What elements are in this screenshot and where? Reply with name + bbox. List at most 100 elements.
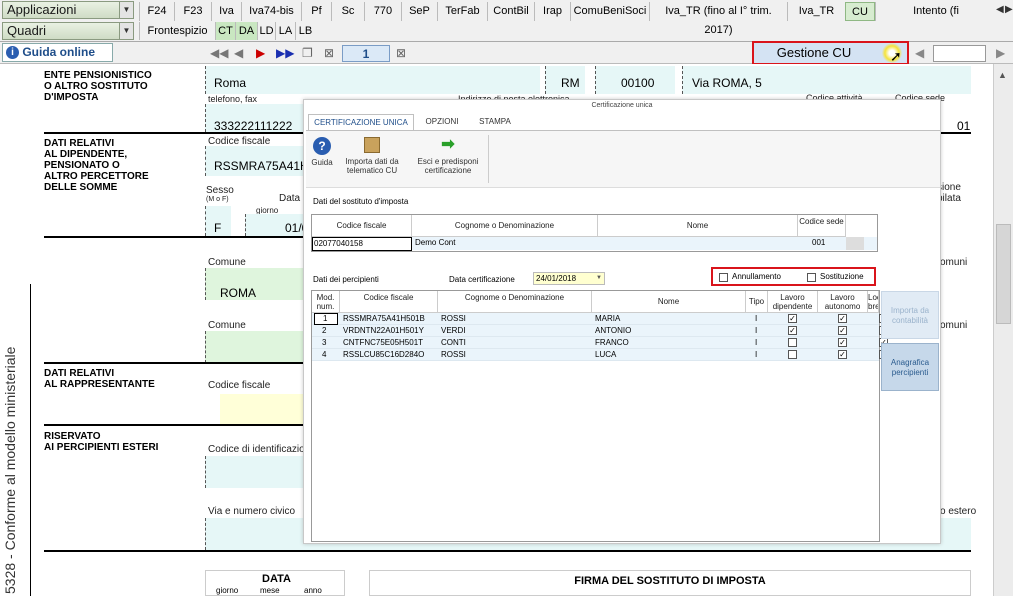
chevron-down-icon[interactable]: ▼ (119, 23, 133, 39)
cell-num[interactable]: 3 (322, 337, 326, 349)
applicazioni-label: Applicazioni (7, 2, 77, 17)
applicazioni-select[interactable]: Applicazioni ▼ (2, 1, 134, 19)
guida-online-button[interactable]: i Guida online (2, 43, 113, 62)
prev-arrow-icon[interactable]: ◀ (915, 46, 924, 60)
quadri-select[interactable]: Quadri ▼ (2, 22, 134, 40)
cell-tipo[interactable]: I (755, 325, 757, 337)
tab-intento-fi[interactable]: Intento (fi (875, 2, 996, 21)
data-cert-input[interactable]: 24/01/2018 ▼ (533, 272, 605, 285)
cell-tipo[interactable]: I (755, 337, 757, 349)
cell-num[interactable]: 2 (322, 325, 326, 337)
cell-cf[interactable]: VRDNTN22A01H501Y (343, 325, 424, 337)
tab-f24[interactable]: F24 (139, 2, 174, 21)
subtab-frontespizio[interactable]: Frontespizio (139, 22, 215, 40)
tab-opzioni[interactable]: OPZIONI (416, 114, 468, 130)
chevron-down-icon[interactable]: ▼ (596, 273, 602, 284)
tabs-scroll-right-icon[interactable]: ▶ (1005, 4, 1013, 15)
tab-f23[interactable]: F23 (174, 2, 211, 21)
cell-cf[interactable]: RSSMRA75A41H501B (343, 313, 425, 325)
checkbox-aut[interactable]: ✓ (838, 326, 847, 335)
cell-nome[interactable]: ANTONIO (595, 325, 631, 337)
subtab-ct[interactable]: CT (215, 22, 235, 40)
tab-cu[interactable]: CU (845, 2, 875, 21)
annullamento-checkbox[interactable] (719, 273, 728, 282)
prov-value: RM (561, 76, 580, 90)
clear-page-icon[interactable]: ⊠ (396, 46, 406, 60)
tab-770[interactable]: 770 (364, 2, 401, 21)
tab-iva74-bis[interactable]: Iva74-bis (241, 2, 301, 21)
checkbox-dip[interactable] (788, 350, 797, 359)
tab-contbil[interactable]: ContBil (487, 2, 534, 21)
page-number-input[interactable]: 1 (342, 45, 390, 62)
tab-certificazione-unica[interactable]: CERTIFICAZIONE UNICA (308, 114, 414, 130)
sost-sede-cell[interactable]: 001 (812, 237, 825, 249)
checkbox-aut[interactable]: ✓ (838, 338, 847, 347)
scroll-thumb[interactable] (996, 224, 1011, 324)
search-page-input[interactable] (933, 45, 986, 62)
grid-header-1: Codice fiscale (340, 291, 438, 313)
guida-button[interactable]: ? Guida (308, 137, 336, 167)
cell-cognome[interactable]: ROSSI (441, 313, 466, 325)
checkbox-aut[interactable]: ✓ (838, 350, 847, 359)
importa-telematico-button[interactable]: Importa dati da telematico CU (340, 137, 404, 175)
subtab-da[interactable]: DA (235, 22, 257, 40)
anagrafica-percipienti-button[interactable]: Anagrafica percipienti (881, 343, 939, 391)
importa-contabilita-button[interactable]: Importa da contabilità (881, 291, 939, 339)
next-page-icon[interactable]: ▶ (256, 46, 265, 60)
tab-stampa[interactable]: STAMPA (470, 114, 520, 130)
sost-cognome-cell[interactable]: Demo Cont (415, 237, 455, 249)
tab-iva[interactable]: Iva (211, 2, 241, 21)
cell-tipo[interactable]: I (755, 349, 757, 361)
gestione-cu-button[interactable]: Gestione CU ➚ (752, 41, 909, 65)
tab-sep[interactable]: SeP (401, 2, 437, 21)
tab-irap[interactable]: Irap (534, 2, 570, 21)
cell-cognome[interactable]: CONTI (441, 337, 466, 349)
prev-page-icon[interactable]: ◀ (234, 46, 243, 60)
cell-cognome[interactable]: ROSSI (441, 349, 466, 361)
tab-iva-tr[interactable]: Iva_TR (787, 2, 845, 21)
tab-comubenisoci[interactable]: ComuBeniSoci (570, 2, 649, 21)
cell-cf[interactable]: RSSLCU85C16D284O (343, 349, 424, 361)
checkbox-dip[interactable] (788, 338, 797, 347)
telefono-label: telefono, fax (208, 94, 258, 104)
cell-num[interactable]: 4 (322, 349, 326, 361)
vertical-rule (30, 284, 31, 596)
cf-rappresentante-field[interactable] (220, 394, 305, 424)
tab-sc[interactable]: Sc (331, 2, 364, 21)
subtab-lb[interactable]: LB (295, 22, 315, 40)
dati-percettore-label: DATI RELATIVI AL DIPENDENTE, PENSIONATO … (44, 138, 149, 193)
sost-header-nome: Nome (598, 215, 798, 237)
copy-page-icon[interactable]: ❐ (302, 46, 313, 60)
tab-iva-tr-fino-al-i-trim-2017-[interactable]: Iva_TR (fino al I° trim. 2017) (649, 2, 787, 36)
esci-predisponi-button[interactable]: ➡ Esci e predisponi certificazione (410, 137, 486, 176)
sostituzione-checkbox[interactable] (807, 273, 816, 282)
cell-nome[interactable]: MARIA (595, 313, 620, 325)
subtab-ld[interactable]: LD (257, 22, 275, 40)
next-arrow-icon[interactable]: ▶ (996, 46, 1005, 60)
comune-field[interactable] (205, 66, 540, 94)
firma-label: FIRMA DEL SOSTITUTO DI IMPOSTA (574, 575, 766, 587)
checkbox-dip[interactable]: ✓ (788, 314, 797, 323)
certificazione-unica-dialog: Certificazione unica CERTIFICAZIONE UNIC… (303, 99, 941, 544)
tab-terfab[interactable]: TerFab (437, 2, 487, 21)
last-page-icon[interactable]: ▶▶ (276, 46, 294, 60)
cell-nome[interactable]: LUCA (595, 349, 616, 361)
subtab-la[interactable]: LA (275, 22, 295, 40)
comune-residenza-field[interactable] (205, 331, 305, 363)
cell-nome[interactable]: FRANCO (595, 337, 629, 349)
cell-cf[interactable]: CNTFNC75E05H501T (343, 337, 423, 349)
scroll-up-icon[interactable]: ▲ (998, 70, 1007, 80)
codice-ident-field[interactable] (205, 456, 305, 488)
checkbox-dip[interactable]: ✓ (788, 326, 797, 335)
tab-pf[interactable]: Pf (301, 2, 331, 21)
cell-cognome[interactable]: VERDI (441, 325, 465, 337)
cell-tipo[interactable]: I (755, 313, 757, 325)
first-page-icon[interactable]: ◀◀ (210, 46, 228, 60)
chevron-down-icon[interactable]: ▼ (119, 2, 133, 18)
cell-num[interactable]: 1 (314, 313, 338, 325)
sost-cf-cell[interactable]: 02077040158 (312, 237, 412, 251)
checkbox-aut[interactable]: ✓ (838, 314, 847, 323)
tabs-scroll-left-icon[interactable]: ◀ (996, 4, 1004, 15)
vertical-scrollbar[interactable]: ▲ (993, 64, 1013, 596)
delete-page-icon[interactable]: ⊠ (324, 46, 334, 60)
